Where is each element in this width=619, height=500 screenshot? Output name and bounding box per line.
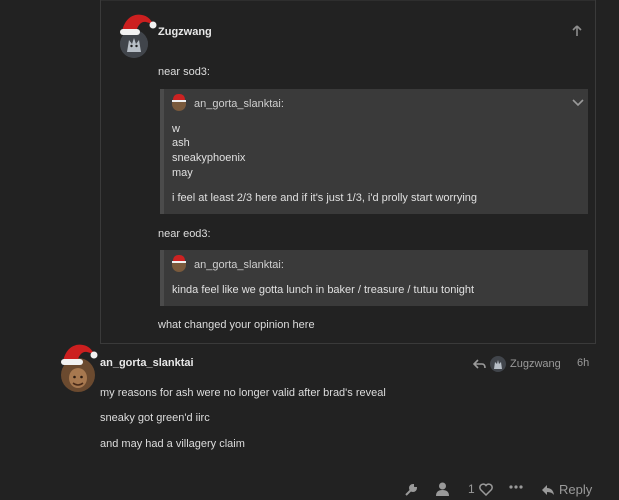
quote-1-line-2: ash [172,137,190,149]
reply-arrow-icon [473,358,486,369]
quote-1-avatar [172,94,186,111]
reply-icon [542,484,554,495]
reply-label: Reply [559,482,593,497]
quote-2-avatar [172,255,186,272]
reply-to-avatar [490,356,506,372]
quote-1-line-4: may [172,167,193,179]
quote-block-1: an_gorta_slanktai: w ash sneakyphoenix m… [160,89,588,214]
user-icon [436,482,449,496]
ellipsis-icon [509,485,523,489]
post-paragraph-1: my reasons for ash were no longer valid … [100,387,386,399]
embedded-paragraph-3: what changed your opinion here [158,319,315,331]
reply-to-link[interactable]: Zugzwang [473,356,561,372]
post-username[interactable]: an_gorta_slanktai [100,357,194,369]
quote-1-header: an_gorta_slanktai: [172,94,284,111]
quote-1-line-3: sneakyphoenix [172,152,246,164]
quote-1-last-line: i feel at least 2/3 here and if it's jus… [172,192,478,204]
quote-block-2: an_gorta_slanktai: kinda feel like we go… [160,250,588,306]
embedded-paragraph-1: near sod3: [158,66,210,78]
more-button[interactable] [509,485,523,489]
wrench-icon [405,483,418,496]
chevron-down-icon[interactable] [572,97,584,109]
post-time[interactable]: 6h [577,357,589,369]
embedded-paragraph-2: near eod3: [158,228,211,240]
heart-icon [478,482,493,496]
like-count: 1 [468,482,475,496]
quote-2-line: kinda feel like we gotta lunch in baker … [172,284,475,296]
reply-button[interactable]: Reply [541,482,592,497]
santa-hat-icon-2 [61,344,98,365]
quote-2-username: an_gorta_slanktai: [194,259,284,271]
reply-to-username: Zugzwang [510,358,561,370]
like-button[interactable]: 1 [468,482,493,496]
user-button[interactable] [436,482,449,496]
arrow-up-icon[interactable] [572,25,582,39]
post-paragraph-3: and may had a villagery claim [100,438,245,450]
embedded-post-username[interactable]: Zugzwang [158,26,212,38]
santa-hat-icon [120,14,157,35]
admin-button[interactable] [404,483,418,497]
quote-1-username: an_gorta_slanktai: [194,98,284,110]
quote-1-line-1: w [172,123,180,135]
post-paragraph-2: sneaky got green'd iirc [100,412,210,424]
quote-2-header: an_gorta_slanktai: [172,255,284,272]
